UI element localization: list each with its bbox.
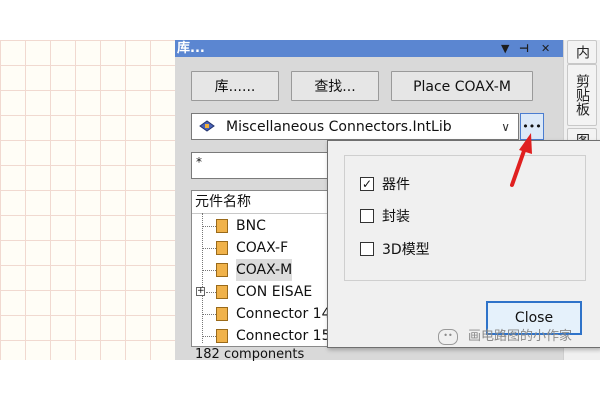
- option-label: 3D模型: [382, 242, 430, 258]
- component-icon: [216, 307, 228, 321]
- options-dots-icon: •••: [522, 120, 542, 133]
- header-divider: [192, 213, 337, 214]
- option-label: 封装: [382, 209, 410, 225]
- library-options-button[interactable]: •••: [520, 113, 544, 140]
- library-button[interactable]: 库......: [191, 71, 279, 101]
- library-options-popup: ✓ 器件 封装 3D模型 Close: [327, 140, 600, 348]
- component-count: 182 components: [195, 347, 305, 362]
- list-item-label: Connector 14: [236, 306, 331, 322]
- checkbox-unchecked-icon[interactable]: [360, 209, 374, 223]
- right-tab-clipboard[interactable]: 剪贴板: [567, 64, 597, 126]
- tree-connector: [206, 292, 216, 293]
- tree-connector: [202, 226, 216, 227]
- checkbox-unchecked-icon[interactable]: [360, 242, 374, 256]
- list-item-label: COAX-M: [236, 259, 293, 281]
- list-item-label: CON EISAE: [236, 284, 313, 300]
- component-icon: [216, 219, 228, 233]
- component-icon: [216, 241, 228, 255]
- tree-line: [202, 213, 203, 343]
- tree-connector: [202, 248, 216, 249]
- place-button[interactable]: Place COAX-M: [391, 71, 533, 101]
- watermark: •• 画电路图的小作家: [438, 327, 572, 347]
- list-item-label: BNC: [236, 218, 266, 234]
- pin-icon[interactable]: ⊣: [519, 40, 529, 57]
- panel-titlebar: 库... ▼ ⊣ ✕: [175, 40, 563, 57]
- right-tab-clipboard-label: 剪贴板: [574, 74, 590, 116]
- right-tab-1-label: 内: [574, 45, 590, 59]
- close-icon[interactable]: ✕: [541, 40, 550, 57]
- list-item-label: Connector 15: [236, 328, 331, 344]
- schematic-canvas[interactable]: [0, 40, 175, 360]
- wechat-icon: ••: [438, 328, 458, 345]
- library-select[interactable]: Miscellaneous Connectors.IntLib ∨: [191, 113, 519, 140]
- search-button[interactable]: 查找...: [291, 71, 379, 101]
- option-label: 器件: [382, 177, 410, 193]
- checkbox-checked-icon[interactable]: ✓: [360, 177, 374, 191]
- list-header[interactable]: 元件名称: [195, 191, 251, 213]
- tree-connector: [202, 314, 216, 315]
- component-icon: [216, 263, 228, 277]
- list-item-label: COAX-F: [236, 240, 289, 256]
- right-tab-1[interactable]: 内: [567, 40, 597, 64]
- library-icon: [198, 119, 216, 137]
- tree-connector: [202, 336, 216, 337]
- panel-title: 库...: [177, 41, 205, 56]
- component-icon: [216, 329, 228, 343]
- options-group: [344, 155, 586, 281]
- chevron-down-icon: ∨: [501, 120, 510, 134]
- tree-connector: [202, 270, 216, 271]
- library-select-value: Miscellaneous Connectors.IntLib: [226, 119, 452, 135]
- watermark-text: 画电路图的小作家: [468, 329, 573, 344]
- expand-plus-icon[interactable]: +: [196, 287, 205, 296]
- menu-dropdown-icon[interactable]: ▼: [501, 40, 509, 57]
- filter-input[interactable]: *: [191, 152, 331, 179]
- component-list[interactable]: 元件名称 BNC COAX-F COAX-M + CON EISAE Conne…: [191, 190, 338, 347]
- component-icon: [216, 285, 228, 299]
